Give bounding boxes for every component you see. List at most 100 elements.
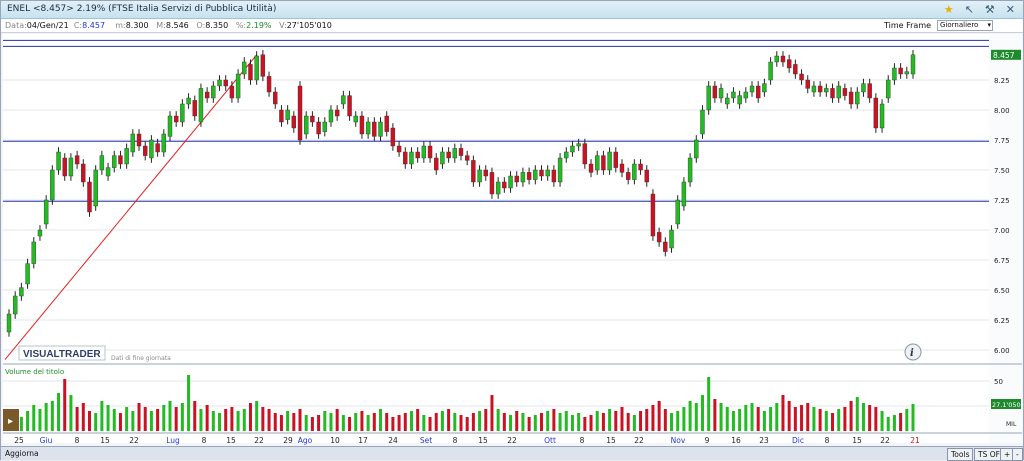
candle[interactable] [403,151,408,165]
volume-bar[interactable] [112,409,116,431]
candle[interactable] [167,115,173,137]
candle[interactable] [551,169,557,183]
volume-bar[interactable] [694,403,698,431]
candle[interactable] [427,145,433,159]
volume-bar[interactable] [837,409,841,431]
candle[interactable] [799,73,804,81]
candle[interactable] [842,88,848,96]
volume-bar[interactable] [775,403,779,431]
candle[interactable] [87,181,92,213]
candle[interactable] [848,91,854,105]
volume-bar[interactable] [354,413,358,431]
candle[interactable] [105,167,111,177]
volume-bar[interactable] [255,401,259,431]
volume-bar[interactable] [465,417,469,431]
volume-bar[interactable] [205,405,209,431]
candle[interactable] [316,121,321,135]
candle[interactable] [873,97,879,129]
candle[interactable] [879,103,885,129]
candle[interactable] [43,199,49,225]
candle[interactable] [638,163,643,171]
candle[interactable] [824,88,829,93]
volume-bar[interactable] [409,411,413,431]
volume-bar[interactable] [143,407,147,431]
refresh-button[interactable]: Aggiorna [5,448,39,459]
candle[interactable] [731,91,736,99]
volume-bar[interactable] [19,417,23,431]
volume-bar[interactable] [131,411,135,431]
volume-bar[interactable] [434,413,438,431]
volume-bar[interactable] [645,409,649,431]
volume-bar[interactable] [502,413,506,431]
candle[interactable] [502,181,507,189]
volume-bar[interactable] [391,417,395,431]
candle[interactable] [904,71,910,75]
volume-bar[interactable] [546,411,550,431]
volume-bar[interactable] [471,413,475,431]
price-chart[interactable]: 6.00 6.25 6.50 6.75 7.00 7.25 7.50 7.75 8.00 8.25… [1,1,1023,445]
candle[interactable] [390,127,396,147]
volume-bar[interactable] [279,415,283,431]
volume-bar[interactable] [738,409,742,431]
volume-bar[interactable] [719,403,723,431]
candle[interactable] [359,115,365,135]
volume-bar[interactable] [713,399,717,431]
candle[interactable] [322,121,327,132]
candle[interactable] [25,263,30,285]
candle[interactable] [520,172,526,183]
volume-bar[interactable] [422,415,426,431]
volume-bar[interactable] [762,411,766,431]
volume-bar[interactable] [676,411,680,431]
volume-bar[interactable] [187,375,191,431]
candle[interactable] [483,169,488,177]
candle[interactable] [328,109,334,123]
remove-button[interactable]: - [1012,448,1023,461]
candle[interactable] [285,109,290,120]
candle[interactable] [446,151,451,159]
volume-bar[interactable] [193,401,197,431]
candle[interactable] [817,85,823,93]
candle[interactable] [780,55,786,63]
volume-bar[interactable] [168,401,172,431]
volume-bar[interactable] [731,411,735,431]
candle[interactable] [19,287,24,297]
volume-bar[interactable] [744,405,748,431]
volume-bar[interactable] [26,411,30,431]
candle[interactable] [235,73,241,99]
candle[interactable] [786,59,792,69]
volume-bar[interactable] [793,407,797,431]
candle[interactable] [514,175,519,183]
candle[interactable] [508,175,513,189]
candle[interactable] [495,181,501,195]
volume-bar[interactable] [267,409,271,431]
volume-bar[interactable] [118,413,122,431]
candle[interactable] [526,172,532,180]
volume-bar[interactable] [874,407,878,431]
volume-bar[interactable] [360,411,364,431]
volume-bar[interactable] [323,411,327,431]
volume-bar[interactable] [849,401,853,431]
candle[interactable] [619,163,625,173]
candle[interactable] [712,85,718,99]
candle[interactable] [650,193,656,237]
candle[interactable] [737,95,742,105]
candle[interactable] [161,133,166,153]
candle[interactable] [396,145,402,153]
volume-bar[interactable] [577,413,581,431]
volume-bar[interactable] [781,395,785,431]
volume-bar[interactable] [886,417,890,431]
volume-bar[interactable] [459,415,463,431]
candle[interactable] [304,115,309,135]
volume-bar[interactable] [248,403,252,431]
volume-bar[interactable] [812,407,816,431]
volume-bar[interactable] [632,415,636,431]
volume-bar[interactable] [366,415,370,431]
volume-bar[interactable] [106,405,110,431]
candle[interactable] [644,169,649,183]
volume-bar[interactable] [892,415,896,431]
volume-bar[interactable] [230,407,234,431]
candle[interactable] [74,155,80,165]
volume-bar[interactable] [818,409,822,431]
volume-bar[interactable] [639,411,643,431]
candle[interactable] [409,151,414,165]
